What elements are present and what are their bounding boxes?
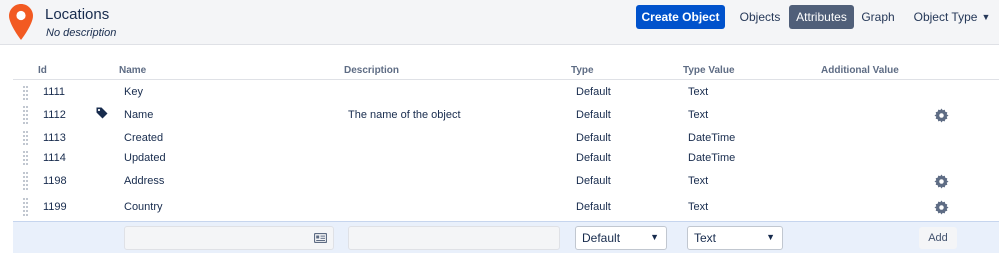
object-type-label: Object Type [913, 10, 978, 24]
label-tag-icon [96, 107, 108, 119]
row-type: Default [576, 175, 611, 187]
page-header: Locations No description Create Object O… [0, 0, 999, 45]
column-header-name: Name [119, 65, 147, 76]
row-name: Created [124, 132, 164, 144]
row-description: The name of the object [348, 109, 461, 121]
row-type-value: DateTime [688, 152, 736, 164]
table-row[interactable]: 1198 Address Default Text [13, 170, 999, 192]
table-row[interactable]: 1112 Name The name of the object Default… [13, 104, 999, 126]
row-type: Default [576, 152, 611, 164]
type-value-select-value: Text [694, 231, 717, 245]
gear-icon[interactable] [934, 174, 949, 189]
tab-objects[interactable]: Objects [733, 5, 787, 29]
row-name: Address [124, 175, 165, 187]
id-card-icon[interactable] [314, 233, 327, 243]
tab-attributes[interactable]: Attributes [789, 5, 854, 29]
new-attribute-name-input[interactable] [124, 226, 334, 250]
table-row[interactable]: 1111 Key Default Text [13, 84, 999, 102]
row-id: 1198 [43, 175, 67, 187]
drag-handle-icon[interactable] [23, 151, 28, 165]
new-attribute-description-input[interactable] [348, 226, 560, 250]
page-subtitle: No description [46, 27, 117, 39]
drag-handle-icon[interactable] [23, 198, 28, 216]
add-button[interactable]: Add [919, 227, 957, 249]
object-type-menu[interactable]: Object Type ▼ [908, 5, 996, 29]
type-select[interactable]: Default ▼ [575, 226, 667, 250]
row-type-value: Text [688, 175, 709, 187]
chevron-down-icon: ▼ [650, 232, 659, 242]
row-name: Country [124, 201, 163, 213]
drag-handle-icon[interactable] [23, 106, 28, 124]
gear-icon[interactable] [934, 108, 949, 123]
row-name: Name [124, 109, 154, 121]
row-name: Key [124, 86, 143, 98]
gear-icon[interactable] [934, 200, 949, 215]
table-header: Id Name Description Type Type Value Addi… [13, 62, 999, 80]
row-id: 1114 [43, 152, 66, 164]
row-id: 1111 [43, 86, 66, 98]
row-type-value: Text [688, 109, 709, 121]
tab-graph[interactable]: Graph [857, 5, 899, 29]
row-type: Default [576, 86, 611, 98]
create-object-button[interactable]: Create Object [636, 5, 725, 29]
row-id: 1199 [43, 201, 67, 213]
map-pin-icon [9, 4, 33, 40]
row-name: Updated [124, 152, 166, 164]
chevron-down-icon: ▼ [981, 12, 991, 22]
row-id: 1112 [43, 109, 66, 121]
row-type: Default [576, 109, 611, 121]
row-type: Default [576, 201, 611, 213]
column-header-description: Description [344, 65, 400, 76]
chevron-down-icon: ▼ [766, 232, 775, 242]
type-value-select[interactable]: Text ▼ [687, 226, 783, 250]
add-attribute-row: Default ▼ Text ▼ Add [13, 221, 999, 253]
column-header-additional-value: Additional Value [821, 65, 899, 76]
drag-handle-icon[interactable] [23, 86, 28, 100]
table-row[interactable]: 1199 Country Default Text [13, 196, 999, 218]
drag-handle-icon[interactable] [23, 131, 28, 145]
type-select-value: Default [582, 231, 621, 245]
row-type-value: Text [688, 201, 709, 213]
page-title: Locations [45, 6, 110, 23]
table-row[interactable]: 1114 Updated Default DateTime [13, 149, 999, 167]
row-type: Default [576, 132, 611, 144]
column-header-id: Id [38, 65, 47, 76]
column-header-type: Type [571, 65, 594, 76]
row-type-value: DateTime [688, 132, 736, 144]
column-header-type-value: Type Value [683, 65, 735, 76]
row-id: 1113 [43, 132, 66, 144]
row-type-value: Text [688, 86, 709, 98]
table-row[interactable]: 1113 Created Default DateTime [13, 129, 999, 147]
drag-handle-icon[interactable] [23, 172, 28, 190]
